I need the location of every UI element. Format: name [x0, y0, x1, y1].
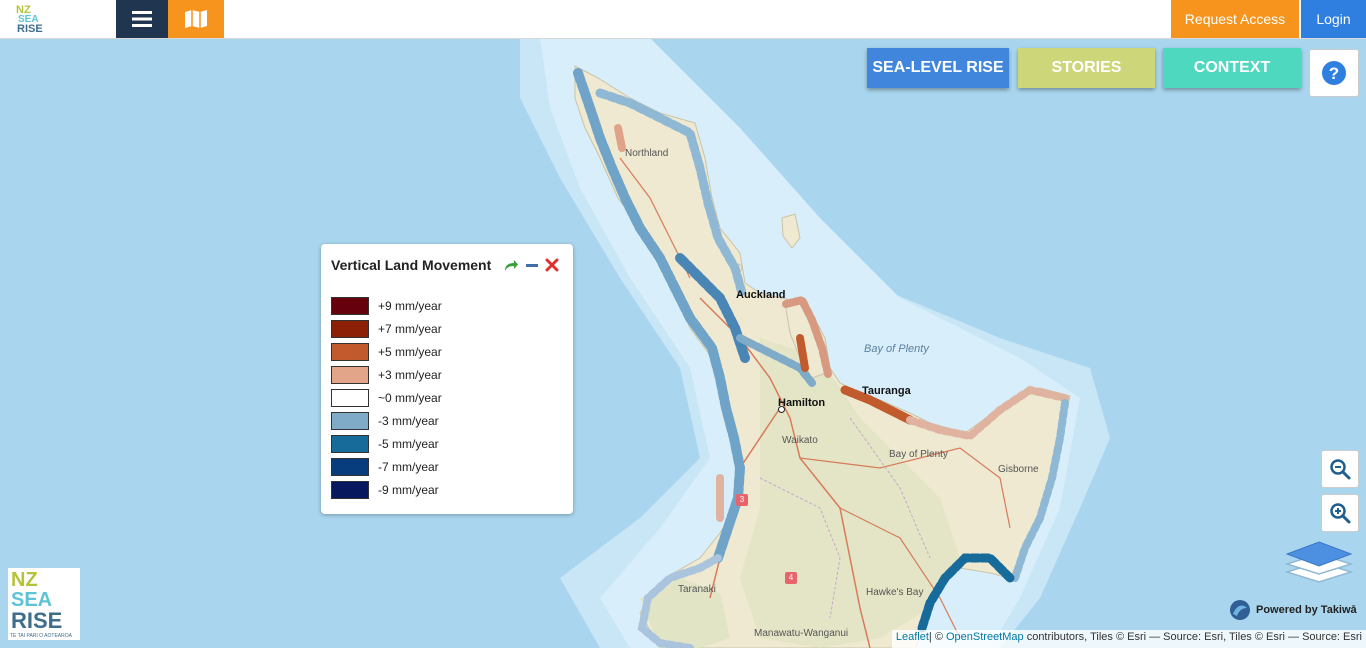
legend-swatch [331, 411, 369, 430]
legend-label: +9 mm/year [378, 298, 442, 313]
leaflet-link[interactable]: Leaflet [896, 631, 929, 643]
nz-sea-rise-logo[interactable]: NZ SEA RISE [4, 2, 64, 36]
zoom-out-button[interactable] [1321, 450, 1359, 488]
legend-swatch [331, 388, 369, 407]
zoom-out-icon [1330, 459, 1351, 480]
hamburger-icon [132, 11, 152, 27]
svg-text:?: ? [1329, 64, 1339, 83]
legend-row: -3 mm/year [331, 409, 442, 432]
legend-swatch [331, 457, 369, 476]
legend-swatch [331, 296, 369, 315]
map-attribution: Leaflet| © OpenStreetMap contributors, T… [891, 630, 1366, 648]
legend-items: +9 mm/year +7 mm/year +5 mm/year +3 mm/year… [331, 294, 442, 501]
tab-context[interactable]: CONTEXT [1163, 48, 1301, 88]
road-shield-3: 3 [736, 494, 748, 506]
menu-button[interactable] [116, 0, 168, 38]
legend-label: -7 mm/year [378, 459, 439, 474]
label-waikato: Waikato [782, 435, 818, 446]
help-button[interactable]: ? [1309, 49, 1359, 97]
legend-row: +7 mm/year [331, 317, 442, 340]
legend-label: -9 mm/year [378, 482, 439, 497]
svg-text:RISE: RISE [17, 23, 43, 35]
request-access-button[interactable]: Request Access [1171, 0, 1299, 38]
osm-link[interactable]: OpenStreetMap [946, 631, 1024, 643]
label-gisborne: Gisborne [998, 464, 1039, 475]
login-button[interactable]: Login [1301, 0, 1366, 38]
map-canvas[interactable]: Northland Auckland Bay of Plenty Taurang… [0, 38, 1366, 648]
share-arrow-icon[interactable] [503, 258, 519, 272]
svg-text:RISE: RISE [11, 608, 62, 633]
legend-row: -5 mm/year [331, 432, 442, 455]
label-hawkes-bay: Hawke's Bay [866, 587, 924, 598]
svg-text:NZ: NZ [11, 569, 38, 591]
app: NZ SEA RISE Request Access Login Northla… [0, 0, 1366, 648]
label-auckland: Auckland [736, 289, 786, 301]
zoom-in-icon [1330, 503, 1351, 524]
takiwa-logo-icon [1230, 600, 1250, 620]
legend-row: ~0 mm/year [331, 386, 442, 409]
tab-stories[interactable]: STORIES [1018, 48, 1155, 88]
legend-label: +7 mm/year [378, 321, 442, 336]
map-basemap[interactable] [0, 38, 1366, 648]
legend-tools [503, 258, 559, 272]
legend-panel: Vertical Land Movement +9 mm/year +7 mm/y… [321, 244, 573, 514]
legend-label: -5 mm/year [378, 436, 439, 451]
legend-row: +3 mm/year [331, 363, 442, 386]
legend-row: -9 mm/year [331, 478, 442, 501]
road-shield-4: 4 [785, 572, 797, 584]
map-button[interactable] [168, 0, 224, 38]
legend-swatch [331, 480, 369, 499]
legend-swatch [331, 319, 369, 338]
legend-swatch [331, 365, 369, 384]
label-manawatu: Manawatu-Wanganui [754, 628, 849, 639]
layers-icon [1284, 541, 1354, 583]
minimize-icon[interactable] [525, 258, 539, 272]
legend-label: ~0 mm/year [378, 390, 442, 405]
legend-title: Vertical Land Movement [331, 257, 492, 273]
nz-sea-rise-logo-large: NZ SEA RISE TE TAI PARI O AOTEAROA [8, 568, 80, 640]
legend-row: +9 mm/year [331, 294, 442, 317]
legend-row: +5 mm/year [331, 340, 442, 363]
powered-by-takiwa[interactable]: Powered by Takiwā [1228, 598, 1357, 622]
svg-text:TE TAI PARI O AOTEAROA: TE TAI PARI O AOTEAROA [10, 633, 73, 639]
layers-button[interactable] [1284, 540, 1354, 588]
close-icon[interactable] [545, 258, 559, 272]
label-tauranga: Tauranga [862, 385, 911, 397]
question-circle-icon: ? [1322, 61, 1346, 85]
attribution-sep: | © [928, 631, 946, 643]
label-bay-of-plenty-sea: Bay of Plenty [864, 343, 929, 355]
legend-label: +3 mm/year [378, 367, 442, 382]
zoom-in-button[interactable] [1321, 494, 1359, 532]
label-northland: Northland [625, 148, 669, 159]
legend-swatch [331, 342, 369, 361]
label-bay-of-plenty-region: Bay of Plenty [889, 449, 948, 460]
powered-by-text: Powered by Takiwā [1256, 604, 1357, 616]
attribution-rest: contributors, Tiles © Esri — Source: Esr… [1023, 631, 1362, 643]
tab-sea-level-rise[interactable]: SEA-LEVEL RISE [867, 48, 1009, 88]
label-hamilton: Hamilton [778, 397, 826, 409]
legend-label: +5 mm/year [378, 344, 442, 359]
top-bar: NZ SEA RISE Request Access Login [0, 0, 1366, 39]
label-taranaki: Taranaki [678, 584, 716, 595]
map-icon [185, 10, 207, 28]
hamilton-marker [778, 406, 785, 413]
legend-label: -3 mm/year [378, 413, 439, 428]
legend-row: -7 mm/year [331, 455, 442, 478]
legend-swatch [331, 434, 369, 453]
